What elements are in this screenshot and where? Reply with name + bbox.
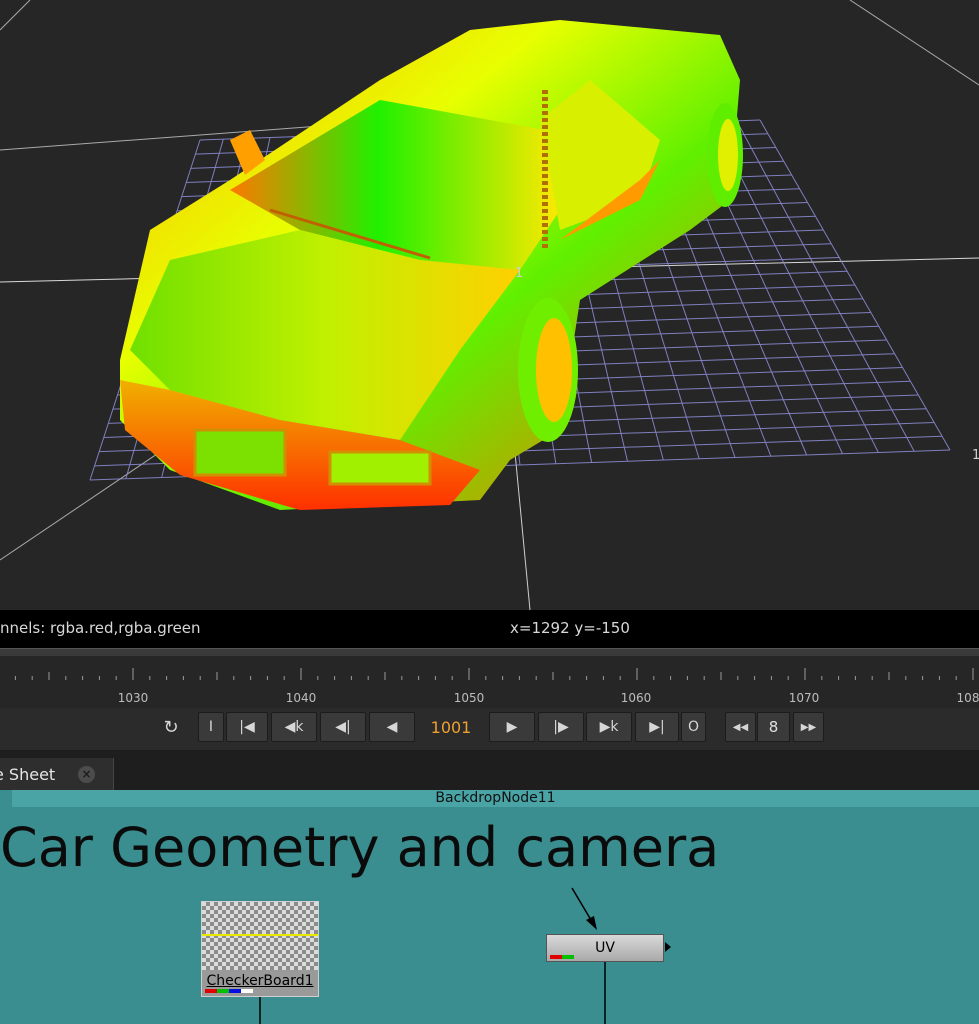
- checkerboard-thumbnail: [202, 902, 318, 970]
- current-frame[interactable]: 1001: [418, 712, 484, 742]
- tick-label: 1060: [620, 691, 652, 705]
- car-geometry: [120, 20, 743, 510]
- axis-label-center: 1: [515, 266, 524, 281]
- channel-indicator: [550, 955, 574, 959]
- coords-readout: x=1292 y=-150: [510, 619, 630, 637]
- in-point-button[interactable]: I: [198, 712, 224, 742]
- play-backward-button[interactable]: ◀: [369, 712, 415, 742]
- prev-keyframe-button[interactable]: ◀k: [271, 712, 317, 742]
- uv-node[interactable]: UV: [546, 934, 664, 962]
- skip-back-button[interactable]: ◀◀: [725, 712, 756, 742]
- tick-label: 1050: [453, 691, 485, 705]
- out-point-button[interactable]: O: [681, 712, 706, 742]
- first-frame-button[interactable]: |◀: [226, 712, 268, 742]
- channel-indicator: [205, 989, 253, 993]
- play-forward-button[interactable]: ▶: [489, 712, 535, 742]
- tab-label: e Sheet: [0, 765, 56, 784]
- node-divider-line: [202, 934, 318, 936]
- tick-label: 1070: [788, 691, 820, 705]
- tick-label: 108: [956, 691, 979, 705]
- viewer-scene: [0, 0, 979, 610]
- viewer-info-bar: nnels: rgba.red,rgba.green x=1292 y=-150: [0, 610, 979, 648]
- node-graph[interactable]: BackdropNode11 Car Geometry and camera C…: [0, 790, 979, 1024]
- prev-frame-button[interactable]: ◀|: [320, 712, 366, 742]
- uv-node-label: UV: [595, 940, 615, 956]
- axis-label-right: 1: [972, 448, 979, 463]
- tick-label: 1040: [285, 691, 317, 705]
- tick-label: 1030: [117, 691, 149, 705]
- frame-increment-field[interactable]: 8: [757, 712, 790, 742]
- checkerboard-node-label: CheckerBoard1: [206, 973, 314, 989]
- checkerboard-node[interactable]: CheckerBoard1: [201, 901, 319, 997]
- timeline-ruler[interactable]: 1030 1040 1050 1060 1070 108: [0, 656, 979, 708]
- last-frame-button[interactable]: ▶|: [635, 712, 679, 742]
- panel-tab-bar: e Sheet ×: [0, 750, 979, 790]
- viewer-3d[interactable]: 1 1: [0, 0, 979, 610]
- transport-bar: ↻ I |◀ ◀k ◀| ◀ 1001 ▶ |▶ ▶k ▶| O ◀◀ 8 ▶▶: [0, 708, 979, 750]
- close-icon[interactable]: ×: [78, 766, 95, 783]
- skip-forward-button[interactable]: ▶▶: [793, 712, 824, 742]
- channels-readout: nnels: rgba.red,rgba.green: [0, 619, 201, 637]
- next-frame-button[interactable]: |▶: [538, 712, 584, 742]
- tab-dope-sheet[interactable]: e Sheet ×: [0, 758, 114, 790]
- node-connections: [259, 887, 671, 1024]
- sync-icon[interactable]: ↻: [155, 712, 187, 742]
- next-keyframe-button[interactable]: ▶k: [586, 712, 632, 742]
